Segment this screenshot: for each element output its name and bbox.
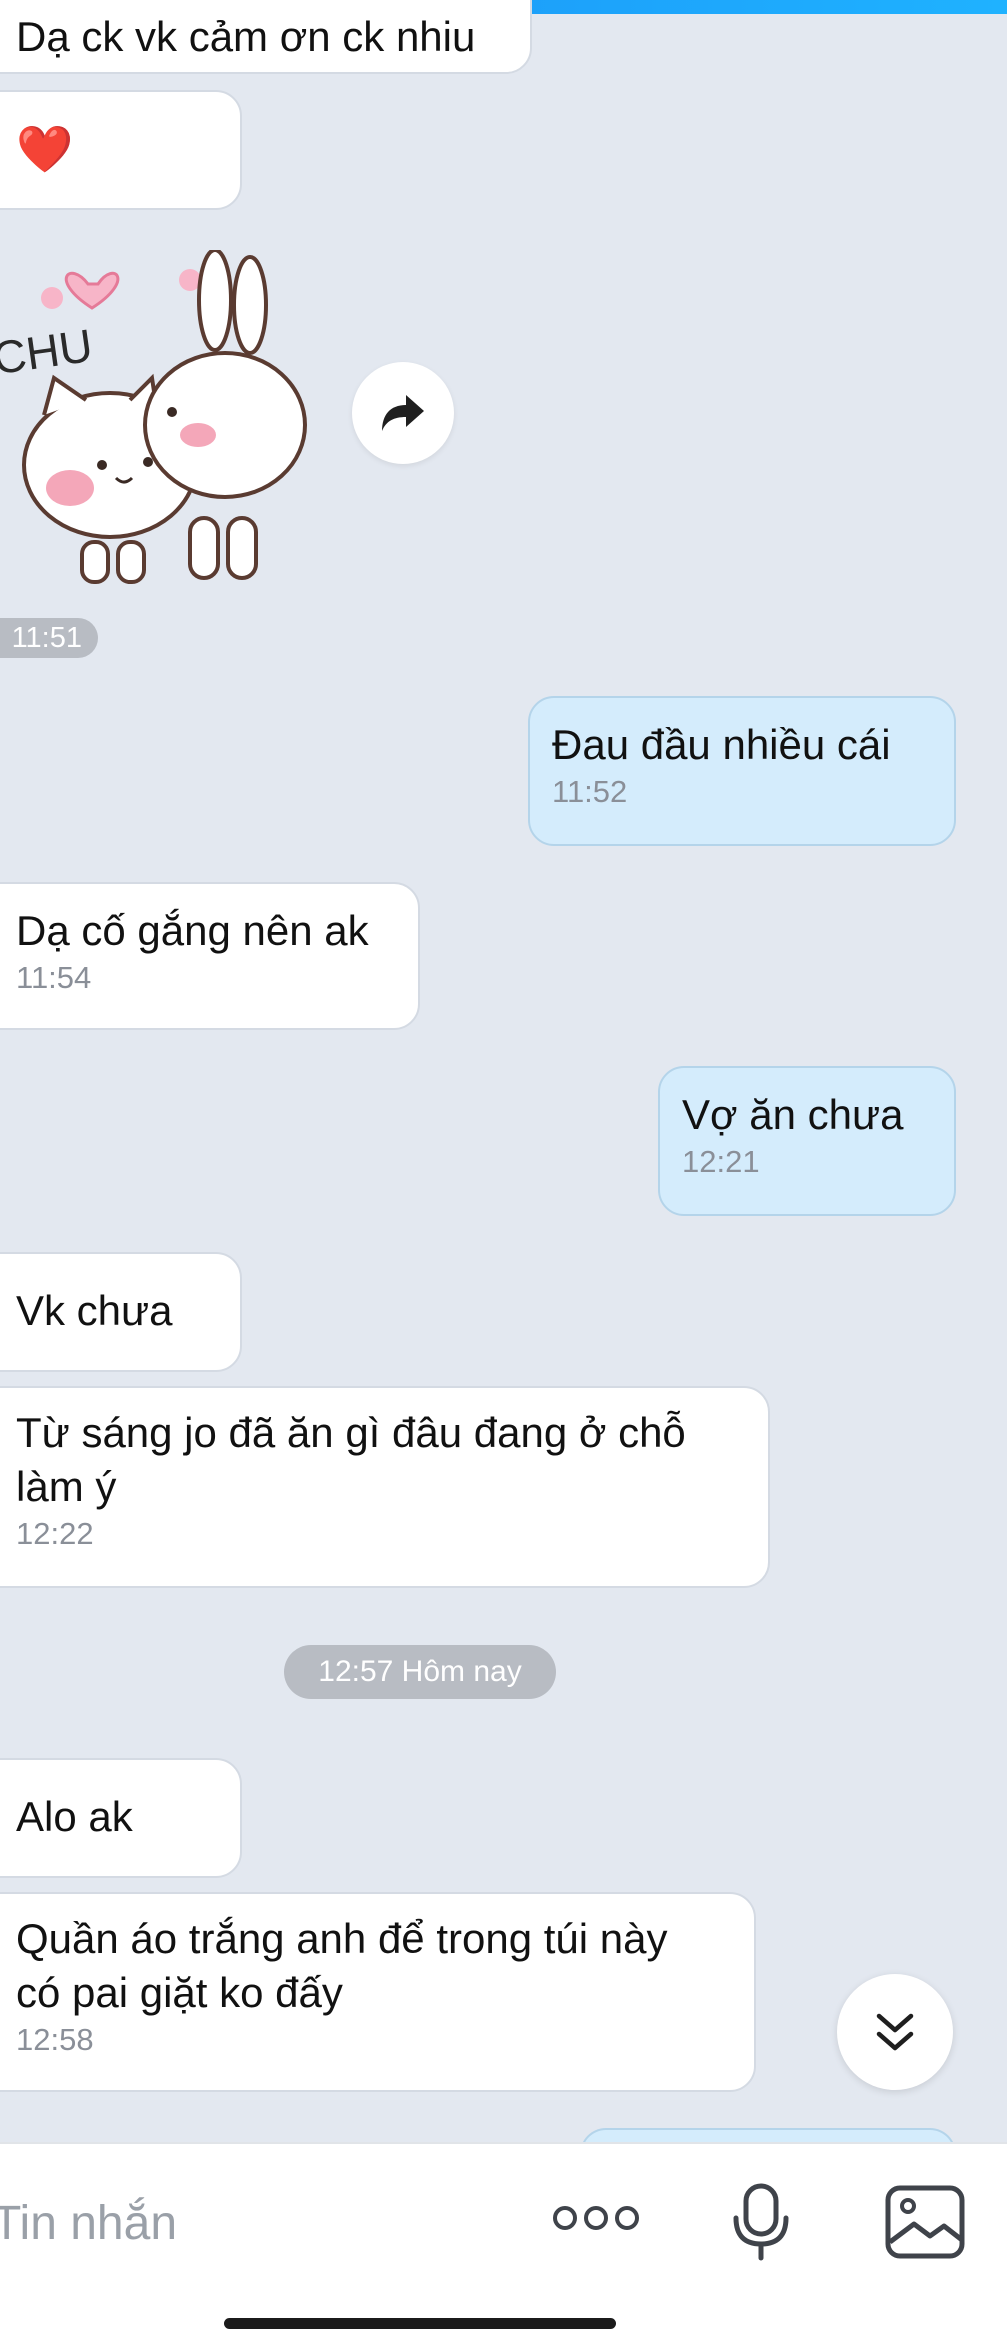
forward-icon: [382, 395, 424, 431]
scroll-to-bottom-button[interactable]: [837, 1974, 953, 2090]
message-text: Quần áo trắng anh để trong túi này có pa…: [16, 1915, 668, 2016]
message-bubble-incoming[interactable]: Dạ cố gắng nên ak 11:54: [0, 882, 420, 1030]
sticker-time-badge: 11:51: [0, 618, 98, 658]
message-time: 12:21: [682, 1144, 760, 1179]
microphone-icon[interactable]: [730, 2182, 792, 2262]
message-text: Đau đầu nhiều cái: [552, 721, 891, 768]
sticker-caption: CHU: [0, 319, 96, 384]
message-bubble-incoming[interactable]: Alo ak: [0, 1758, 242, 1878]
message-bubble-incoming[interactable]: Vk chưa: [0, 1252, 242, 1372]
image-icon[interactable]: [884, 2184, 966, 2260]
heart-emoji: ❤️: [16, 123, 74, 175]
message-text: Từ sáng jo đã ăn gì đâu đang ở chỗ làm ý: [16, 1409, 686, 1510]
message-bubble-incoming[interactable]: Dạ ck vk cảm ơn ck nhiu: [0, 0, 532, 74]
message-input[interactable]: Tin nhắn: [0, 2196, 177, 2251]
message-bubble-incoming[interactable]: Quần áo trắng anh để trong túi này có pa…: [0, 1892, 756, 2092]
more-dots-icon[interactable]: [553, 2206, 639, 2230]
date-divider: 12:57 Hôm nay: [284, 1645, 556, 1699]
message-time: 12:58: [16, 2022, 94, 2057]
message-bubble-outgoing[interactable]: Đau đầu nhiều cái 11:52: [528, 696, 956, 846]
message-text: Vk chưa: [16, 1287, 173, 1334]
home-indicator: [224, 2318, 616, 2329]
message-time: 11:54: [16, 960, 92, 995]
message-bubble-incoming[interactable]: Từ sáng jo đã ăn gì đâu đang ở chỗ làm ý…: [0, 1386, 770, 1588]
message-time: 12:22: [16, 1516, 94, 1551]
message-text: Alo ak: [16, 1793, 133, 1840]
forward-button[interactable]: [352, 362, 454, 464]
message-text: Dạ ck vk cảm ơn ck nhiu: [16, 13, 476, 60]
message-text: Vợ ăn chưa: [682, 1091, 904, 1138]
message-text: Dạ cố gắng nên ak: [16, 907, 369, 954]
message-time: 11:52: [552, 774, 628, 809]
double-chevron-down-icon: [876, 2013, 914, 2051]
message-bubble-outgoing[interactable]: Vợ ăn chưa 12:21: [658, 1066, 956, 1216]
sticker-cat-bunny[interactable]: CHU: [0, 250, 330, 590]
message-bubble-incoming[interactable]: ❤️: [0, 90, 242, 210]
